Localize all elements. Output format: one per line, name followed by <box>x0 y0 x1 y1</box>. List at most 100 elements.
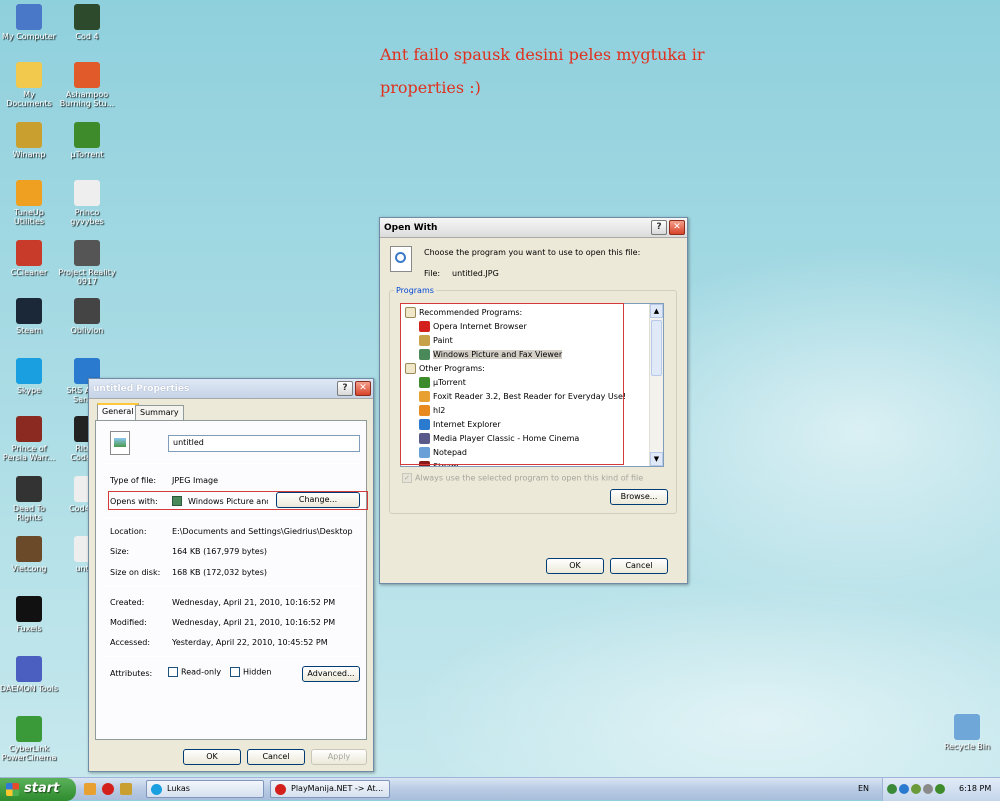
properties-cancel-button[interactable]: Cancel <box>247 749 305 765</box>
desktop-icon-label: Cod 4 <box>75 32 99 41</box>
created-value: Wednesday, April 21, 2010, 10:16:52 PM <box>172 598 336 607</box>
desktop-icon[interactable]: Project Reality 0917 <box>58 240 116 286</box>
close-icon[interactable]: ✕ <box>669 220 685 235</box>
cod4-icon[interactable] <box>74 4 100 30</box>
oblivion-icon[interactable] <box>74 298 100 324</box>
advanced-button[interactable]: Advanced... <box>302 666 360 682</box>
scroll-down-icon[interactable]: ▼ <box>650 452 663 466</box>
project-reality-icon[interactable] <box>74 240 100 266</box>
taskbar: start Lukas PlayManija.NET -> At... EN 6… <box>0 777 1000 801</box>
steam-icon[interactable] <box>16 298 42 324</box>
utorrent-icon[interactable] <box>74 122 100 148</box>
desktop-icon-label: Vietcong <box>11 564 47 573</box>
properties-ok-button[interactable]: OK <box>183 749 241 765</box>
fuxels-icon[interactable] <box>16 596 42 622</box>
desktop-icon[interactable]: CCleaner <box>0 240 58 277</box>
desktop-icon[interactable]: My Documents <box>0 62 58 108</box>
desktop-icon-label: Fuxels <box>16 624 42 633</box>
tuneup-icon[interactable] <box>16 180 42 206</box>
size-on-disk-label: Size on disk: <box>110 568 161 577</box>
home-icon[interactable] <box>84 783 96 795</box>
language-indicator[interactable]: EN <box>858 784 869 793</box>
properties-titlebar[interactable]: untitled Properties ? ✕ <box>89 379 373 399</box>
hidden-checkbox[interactable]: Hidden <box>230 667 271 677</box>
scroll-thumb[interactable] <box>651 320 662 376</box>
task-button-lukas[interactable]: Lukas <box>146 780 264 798</box>
desktop-icon[interactable]: My Computer <box>0 4 58 41</box>
desktop-icon[interactable]: Fuxels <box>0 596 58 633</box>
recycle-bin-icon[interactable] <box>954 714 980 740</box>
clock: 6:18 PM <box>959 784 992 793</box>
help-icon[interactable]: ? <box>337 381 353 396</box>
desktop-icon[interactable]: µTorrent <box>58 122 116 159</box>
desktop-icon-label: CyberLink PowerCinema <box>1 744 57 762</box>
desktop-icon[interactable]: Dead To Rights <box>0 476 58 522</box>
always-use-checkbox[interactable]: ✓ Always use the selected program to open… <box>402 473 643 483</box>
desktop-icon[interactable]: Vietcong <box>0 536 58 573</box>
modified-value: Wednesday, April 21, 2010, 10:16:52 PM <box>172 618 336 627</box>
open-with-titlebar[interactable]: Open With ? ✕ <box>380 218 687 238</box>
text-file-icon[interactable] <box>74 180 100 206</box>
help-icon[interactable]: ? <box>651 220 667 235</box>
desktop-icon-label: TuneUp Utilities <box>13 208 45 226</box>
utorrent-tray-icon[interactable] <box>935 784 945 794</box>
close-icon[interactable]: ✕ <box>355 381 371 396</box>
prince-of-persia-icon[interactable] <box>16 416 42 442</box>
desktop-icon[interactable]: Ashampoo Burning Stu... <box>58 62 116 108</box>
filename-field[interactable]: untitled <box>168 435 360 452</box>
desktop-icon[interactable]: Recycle Bin <box>938 714 996 751</box>
network-icon[interactable] <box>899 784 909 794</box>
desktop-icon-label: Steam <box>16 326 42 335</box>
desktop-icon[interactable]: CyberLink PowerCinema <box>0 716 58 762</box>
attributes-label: Attributes: <box>110 669 153 678</box>
skype-icon[interactable] <box>16 358 42 384</box>
dead-to-rights-icon[interactable] <box>16 476 42 502</box>
tab-summary[interactable]: Summary <box>135 405 184 420</box>
accessed-label: Accessed: <box>110 638 151 647</box>
desktop-icon[interactable]: Cod 4 <box>58 4 116 41</box>
desktop-icon-label: Skype <box>16 386 42 395</box>
desktop-icon[interactable]: Prince of Persia Warr... <box>0 416 58 462</box>
daemon-tools-icon[interactable] <box>16 656 42 682</box>
always-use-check-icon[interactable]: ✓ <box>402 473 412 483</box>
modified-label: Modified: <box>110 618 147 627</box>
ashampoo-icon[interactable] <box>74 62 100 88</box>
desktop-icon[interactable]: Steam <box>0 298 58 335</box>
tab-general[interactable]: General <box>97 403 139 420</box>
desktop-icon-label: My Computer <box>2 32 56 41</box>
desktop-icon-label: Prince of Persia Warr... <box>2 444 56 462</box>
update-icon[interactable] <box>923 784 933 794</box>
browse-button[interactable]: Browse... <box>610 489 668 505</box>
properties-apply-button[interactable]: Apply <box>311 749 367 765</box>
tray-arrow-icon[interactable] <box>887 784 897 794</box>
opera-icon[interactable] <box>102 783 114 795</box>
start-button[interactable]: start <box>0 778 76 801</box>
ccleaner-icon[interactable] <box>16 240 42 266</box>
list-scrollbar[interactable]: ▲ ▼ <box>649 304 663 466</box>
location-label: Location: <box>110 527 147 536</box>
desktop-icon[interactable]: Skype <box>0 358 58 395</box>
readonly-checkbox[interactable]: Read-only <box>168 667 221 677</box>
folder-icon[interactable] <box>16 62 42 88</box>
task-button-playmanija[interactable]: PlayManija.NET -> At... <box>270 780 390 798</box>
desktop-icon[interactable]: DAEMON Tools <box>0 656 58 693</box>
open-with-cancel-button[interactable]: Cancel <box>610 558 668 574</box>
desktop-icon[interactable]: Winamp <box>0 122 58 159</box>
vietcong-icon[interactable] <box>16 536 42 562</box>
winamp-icon[interactable] <box>16 122 42 148</box>
desktop-icon[interactable]: Princo gyvybes <box>58 180 116 226</box>
opens-with-highlight <box>108 491 368 510</box>
properties-window[interactable]: untitled Properties ? ✕ General Summary … <box>88 378 374 772</box>
open-with-ok-button[interactable]: OK <box>546 558 604 574</box>
readonly-check-icon[interactable] <box>168 667 178 677</box>
hidden-check-icon[interactable] <box>230 667 240 677</box>
desktop-icon[interactable]: TuneUp Utilities <box>0 180 58 226</box>
powercinema-icon[interactable] <box>16 716 42 742</box>
scroll-up-icon[interactable]: ▲ <box>650 304 663 318</box>
desktop-icon[interactable]: Oblivion <box>58 298 116 335</box>
system-tray: 6:18 PM <box>882 778 1000 801</box>
my-computer-icon[interactable] <box>16 4 42 30</box>
winamp-icon[interactable] <box>120 783 132 795</box>
security-icon[interactable] <box>911 784 921 794</box>
open-with-window[interactable]: Open With ? ✕ Choose the program you wan… <box>379 217 688 584</box>
